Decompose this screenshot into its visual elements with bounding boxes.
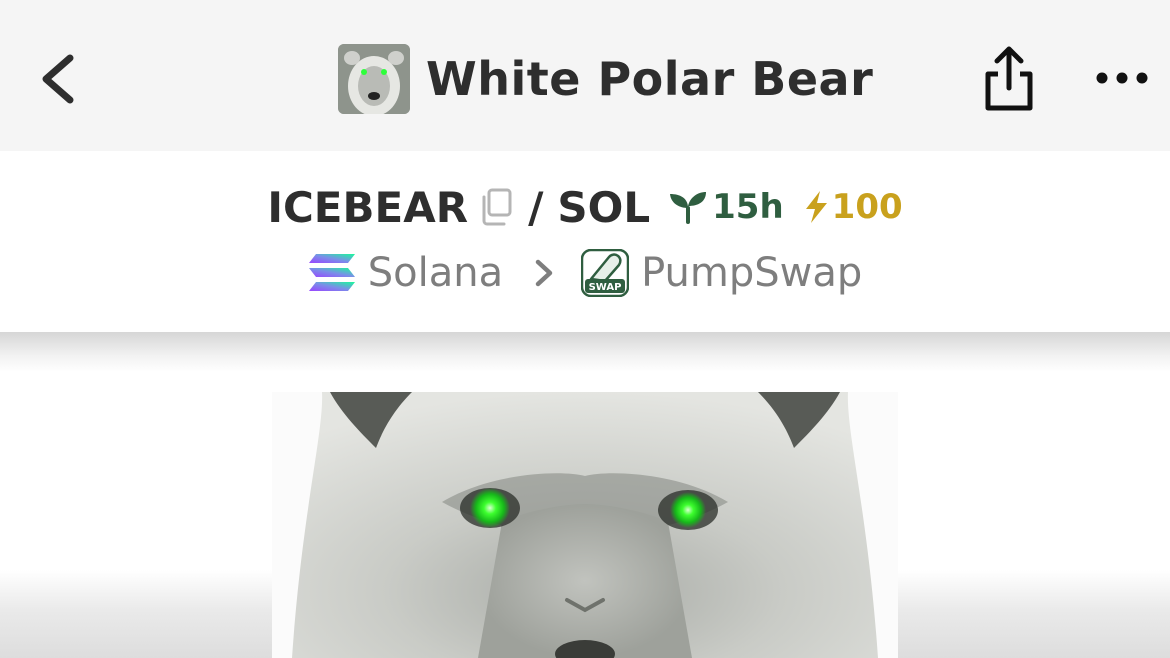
lightning-icon <box>805 191 827 223</box>
token-banner <box>0 332 1170 658</box>
pair-row: ICEBEAR / SOL 15h 100 <box>0 181 1170 233</box>
page-title: White Polar Bear <box>426 52 874 106</box>
token-avatar <box>338 44 410 114</box>
boost-count: 100 <box>831 187 903 227</box>
pair-separator: / <box>528 182 544 232</box>
top-app-bar: White Polar Bear <box>0 0 1170 151</box>
back-button[interactable] <box>34 44 94 114</box>
chevron-right-icon <box>535 259 553 287</box>
more-horizontal-icon <box>1096 72 1148 84</box>
more-options-button[interactable] <box>1094 62 1150 94</box>
pumpswap-logo-text: SWAP <box>589 282 622 293</box>
share-icon <box>985 46 1033 111</box>
solana-logo-icon <box>308 254 355 291</box>
chain-name[interactable]: Solana <box>368 250 503 296</box>
chain-dex-row: Solana SWAP PumpSwap <box>0 247 1170 299</box>
pumpswap-logo-icon: SWAP <box>581 249 630 297</box>
share-button[interactable] <box>978 42 1038 114</box>
pair-age-badge: 15h <box>668 187 784 227</box>
chevron-left-icon <box>42 54 74 104</box>
dex-name[interactable]: PumpSwap <box>641 250 862 296</box>
copy-icon[interactable] <box>478 187 514 227</box>
base-symbol: ICEBEAR <box>267 182 469 232</box>
quote-symbol: SOL <box>557 182 651 232</box>
pair-age-text: 15h <box>712 187 784 227</box>
token-title-group: White Polar Bear <box>338 44 873 114</box>
token-info-panel: ICEBEAR / SOL 15h 100 Solana SWAP PumpSw… <box>0 151 1170 332</box>
boost-badge: 100 <box>802 187 903 227</box>
seedling-icon <box>670 192 707 224</box>
polar-bear-image <box>272 392 898 658</box>
